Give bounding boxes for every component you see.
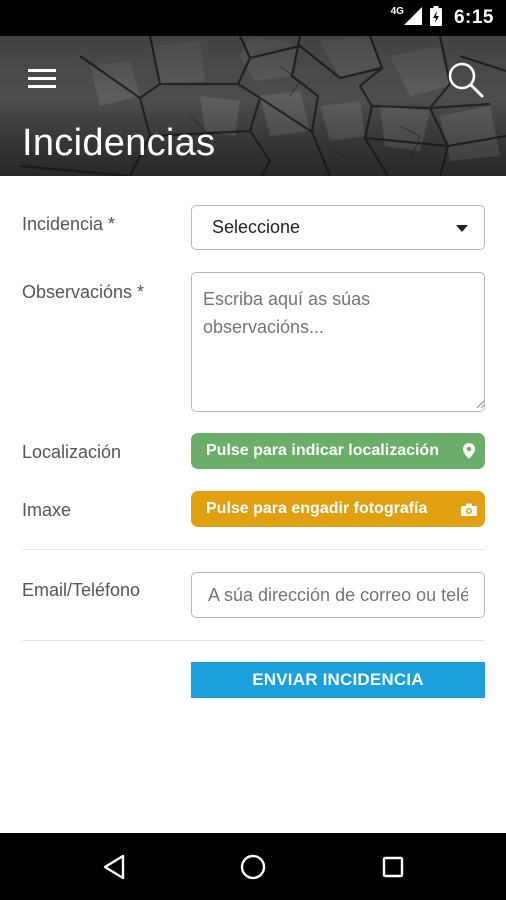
back-button[interactable] (96, 849, 132, 885)
signal-icon (403, 6, 422, 30)
chevron-down-icon (456, 225, 468, 232)
page-title: Incidencias (22, 122, 216, 164)
imaxe-label: Imaxe (22, 500, 72, 520)
observacions-label: Observacións * (22, 282, 145, 302)
email-phone-input[interactable] (191, 572, 485, 618)
submit-incident-button[interactable]: ENVIAR INCIDENCIA (191, 662, 485, 698)
network-type: 4G (390, 5, 404, 17)
system-navigation-bar (0, 833, 506, 900)
incidencia-selected-value: Seleccione (212, 217, 301, 237)
localizacion-label: Localización (22, 442, 122, 462)
status-bar: 4G 6:15 (0, 0, 506, 36)
divider (22, 549, 485, 550)
photo-button-label: Pulse para engadir fotografía (206, 500, 428, 517)
menu-button[interactable] (22, 62, 62, 96)
back-triangle-icon (103, 854, 125, 880)
location-button-label: Pulse para indicar localización (206, 442, 439, 459)
map-pin-icon (459, 443, 479, 459)
home-circle-icon (240, 854, 266, 880)
home-button[interactable] (235, 849, 271, 885)
battery-icon (429, 5, 442, 31)
status-time: 6:15 (453, 7, 494, 28)
status-icons: 4G 6:15 (391, 0, 494, 36)
divider (22, 640, 485, 641)
app-header: Incidencias (0, 36, 506, 176)
recents-button[interactable] (375, 849, 411, 885)
email-label: Email/Teléfono (22, 580, 141, 600)
hamburger-menu-icon (28, 69, 56, 88)
incidencia-label: Incidencia * (22, 214, 116, 234)
incidencia-select[interactable]: Seleccione (191, 205, 485, 250)
search-button[interactable] (444, 58, 488, 102)
camera-icon (459, 503, 479, 516)
search-icon (448, 62, 484, 98)
recents-square-icon (382, 856, 404, 878)
photo-button[interactable]: Pulse para engadir fotografía (191, 491, 485, 527)
observacions-textarea[interactable] (191, 272, 485, 412)
location-button[interactable]: Pulse para indicar localización (191, 433, 485, 469)
resize-grip-icon[interactable] (476, 400, 485, 409)
